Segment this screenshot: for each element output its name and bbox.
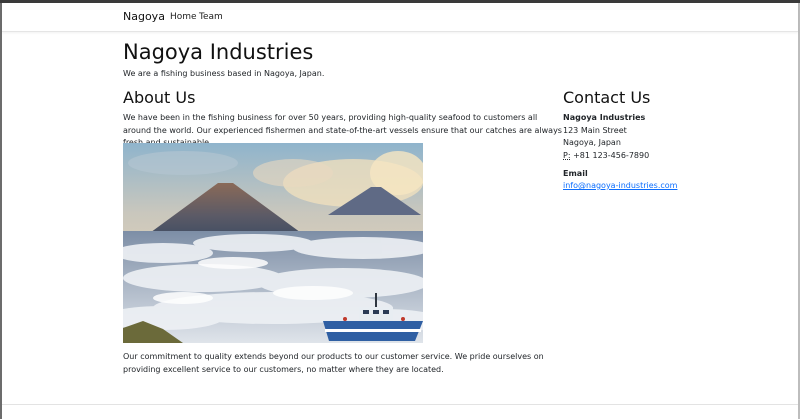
contact-company: Nagoya Industries: [563, 113, 646, 122]
nav-link-team[interactable]: Team: [199, 12, 223, 22]
about-paragraph-2: Our commitment to quality extends beyond…: [123, 352, 544, 374]
contact-street: 123 Main Street: [563, 125, 627, 135]
footer-divider: [2, 404, 798, 405]
page-title: Nagoya Industries: [123, 40, 314, 64]
contact-heading: Contact Us: [563, 88, 651, 107]
contact-email-label: Email: [563, 169, 588, 178]
contact-email-link[interactable]: info@nagoya-industries.com: [563, 180, 677, 193]
contact-city: Nagoya, Japan: [563, 138, 621, 147]
mountain-clouds-boat-image: [123, 143, 423, 343]
window-left-edge: [0, 3, 2, 419]
contact-address: Nagoya Industries 123 Main Street Nagoya…: [563, 112, 649, 162]
navbar: Nagoya Home Team: [2, 3, 798, 32]
navbar-brand[interactable]: Nagoya: [123, 10, 165, 23]
page-tagline: We are a fishing business based in Nagoy…: [123, 69, 325, 78]
about-heading: About Us: [123, 88, 196, 107]
nav-link-home[interactable]: Home: [170, 12, 197, 22]
contact-phone-label: P:: [563, 150, 571, 160]
contact-phone: +81 123-456-7890: [573, 150, 650, 160]
